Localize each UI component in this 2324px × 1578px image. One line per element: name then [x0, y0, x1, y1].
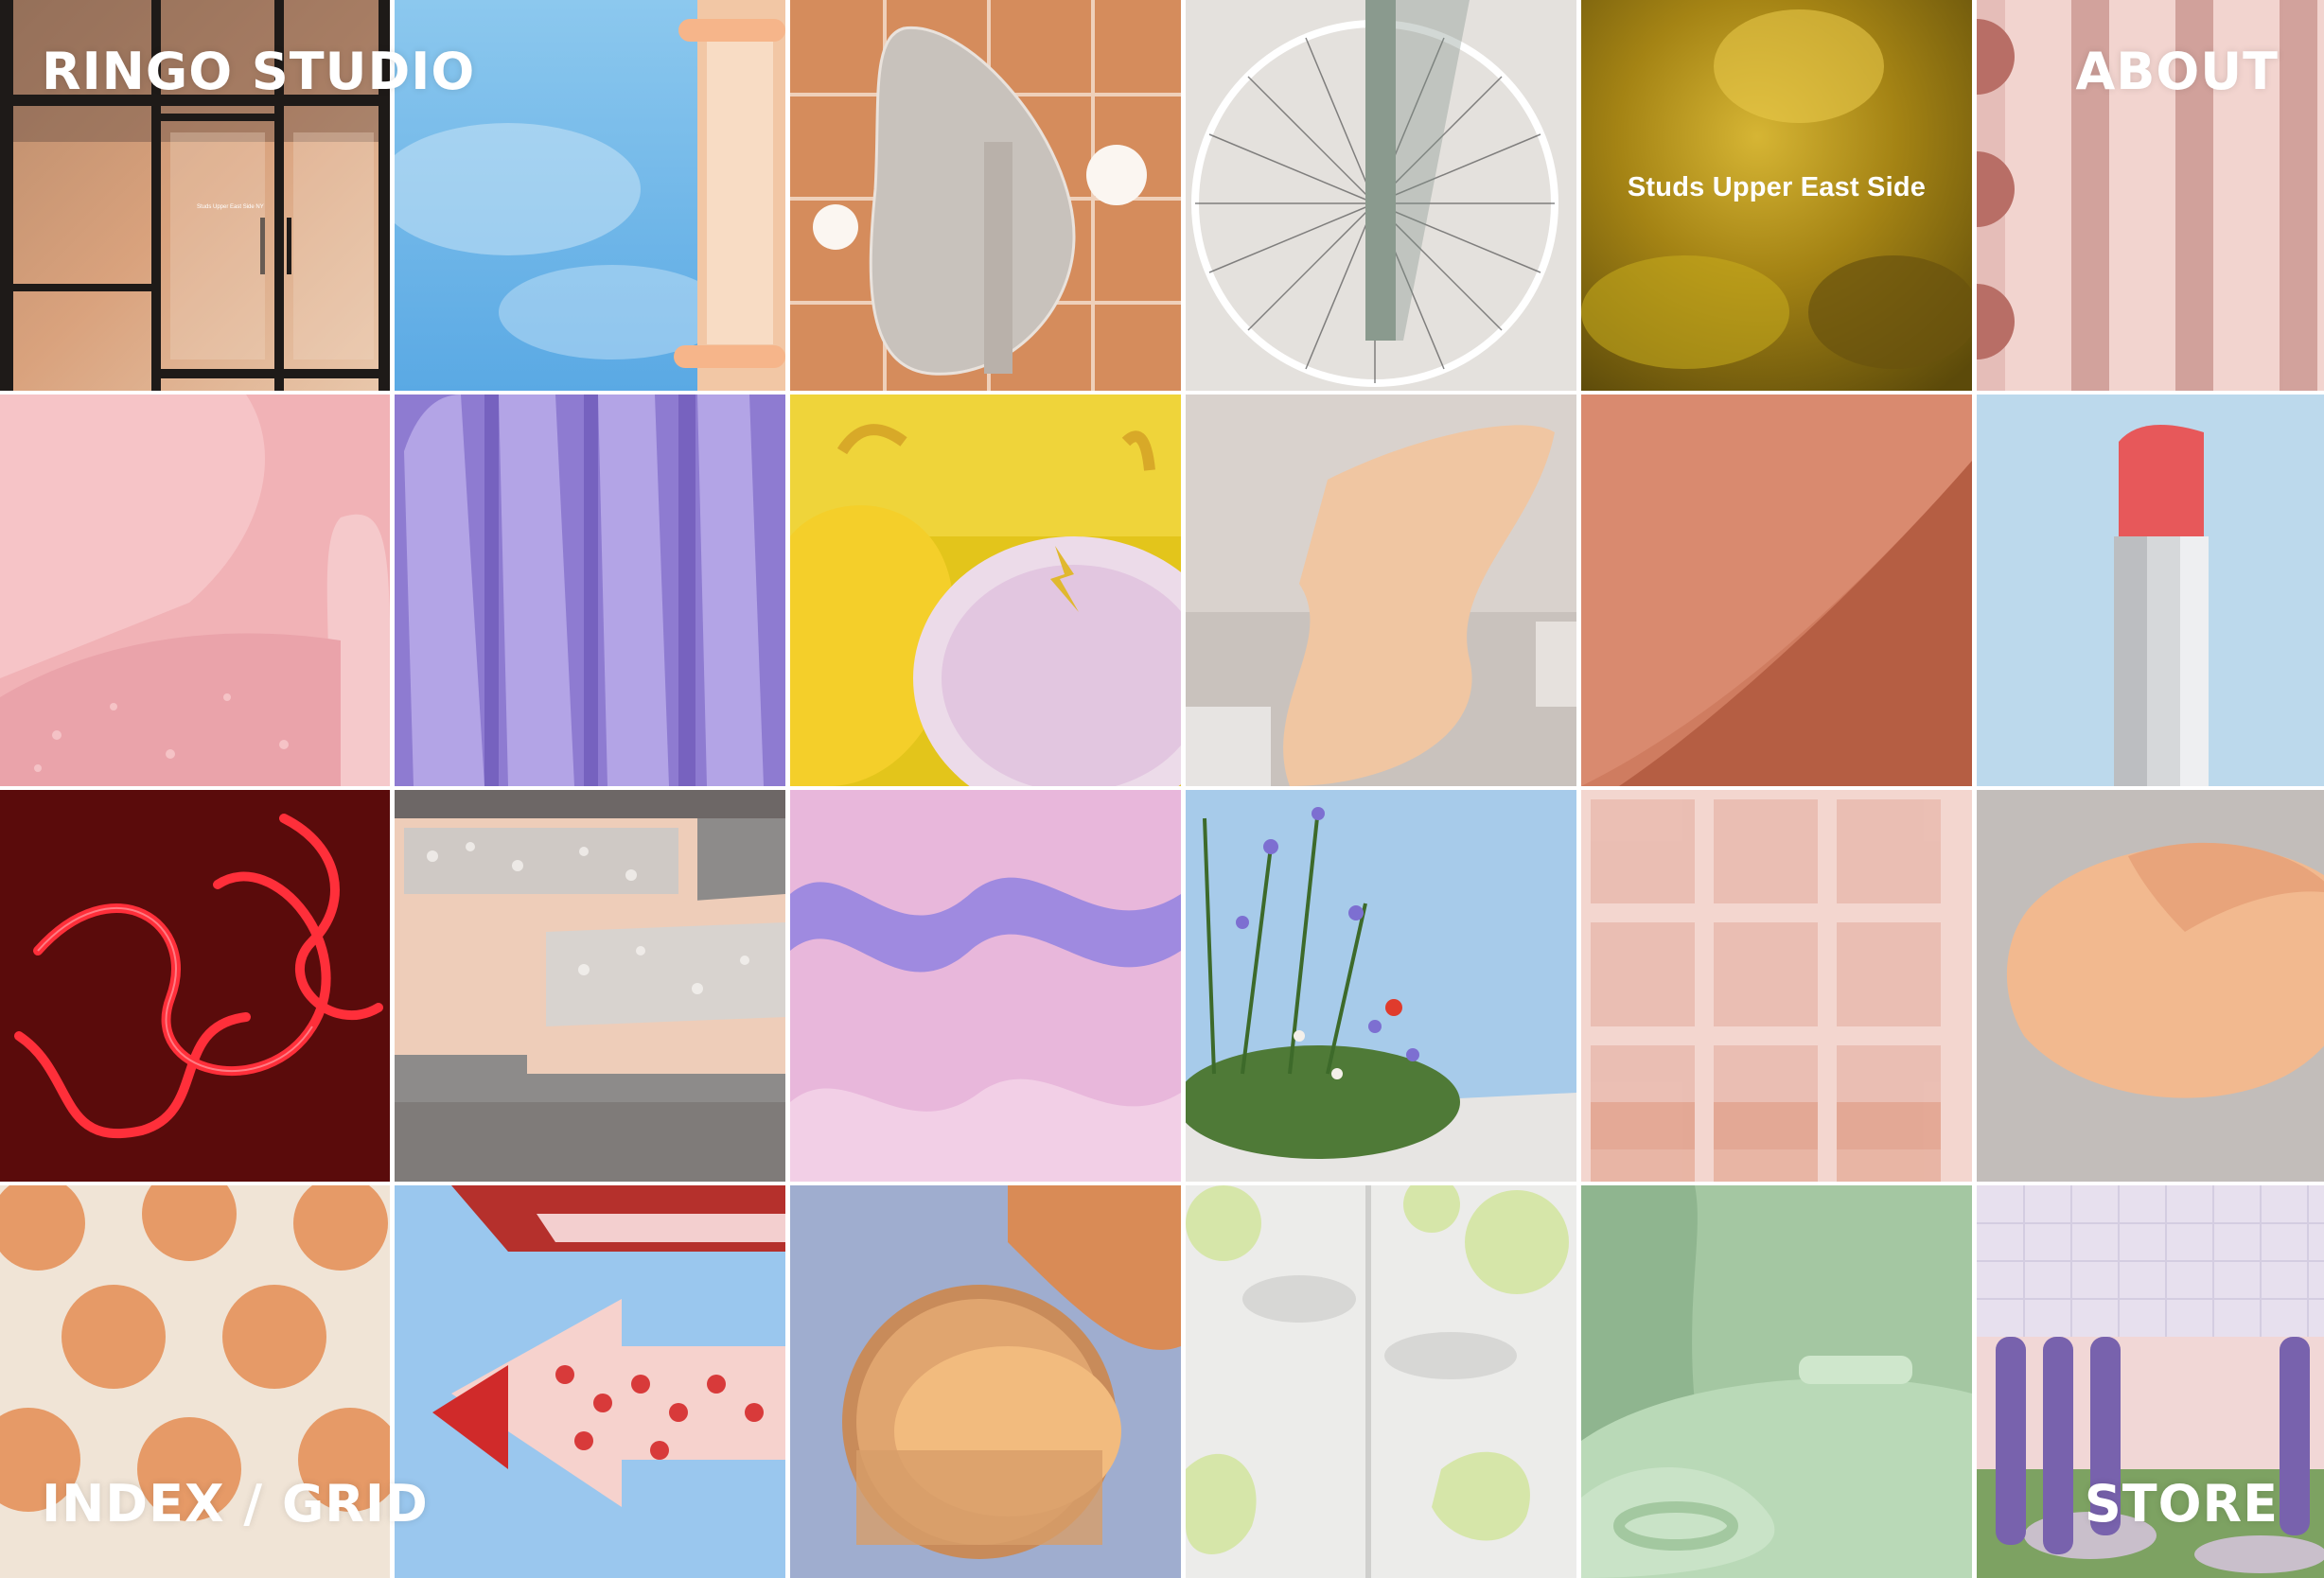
- tile-pink-fur[interactable]: [0, 394, 390, 786]
- purple-velvet-image: [395, 394, 785, 786]
- tile-terracotta[interactable]: [1581, 394, 1972, 786]
- mirror-tiles-image: [790, 0, 1181, 391]
- tile-purple-velvet[interactable]: [395, 394, 785, 786]
- tile-yellow-sinks[interactable]: [790, 394, 1181, 786]
- tile-arrow-sign[interactable]: [395, 1185, 785, 1578]
- glass-blocks-image: [1581, 790, 1972, 1182]
- tile-lipstick[interactable]: [1977, 394, 2324, 786]
- brand-link[interactable]: RINGO STUDIO: [42, 44, 475, 100]
- wave-chair-image: [1186, 394, 1576, 786]
- tile-mint-bench[interactable]: [1581, 1185, 1972, 1578]
- tile-wave-chair[interactable]: [1186, 394, 1576, 786]
- tile-leaf-shadows[interactable]: [1186, 1185, 1576, 1578]
- tile-glass-blocks[interactable]: [1581, 790, 1972, 1182]
- tile-caption: Studs Upper East Side: [1627, 172, 1927, 202]
- wildflowers-image: [1186, 790, 1576, 1182]
- terracotta-image: [1581, 394, 1972, 786]
- door-sign-text: Studs Upper East Side NY: [197, 204, 264, 210]
- tile-mirror-tiles[interactable]: [790, 0, 1181, 391]
- tile-wildflowers[interactable]: [1186, 790, 1576, 1182]
- tile-lilac-waves[interactable]: [790, 790, 1181, 1182]
- red-neon-image: [0, 790, 390, 1182]
- tile-gold-caption[interactable]: Studs Upper East Side: [1581, 0, 1972, 391]
- mint-bench-image: [1581, 1185, 1972, 1578]
- store-link[interactable]: STORE: [2085, 1476, 2279, 1533]
- arrow-sign-image: [395, 1185, 785, 1578]
- rock-planters-image: [395, 790, 785, 1182]
- lilac-waves-image: [790, 790, 1181, 1182]
- about-link[interactable]: ABOUT: [2075, 44, 2279, 100]
- wheel-ceiling-image: [1186, 0, 1576, 391]
- project-grid: Studs Upper East Side NY Studs Upper Eas…: [0, 0, 2324, 1578]
- lipstick-image: [1977, 394, 2324, 786]
- tile-wheel-ceiling[interactable]: [1186, 0, 1576, 391]
- yellow-sinks-image: [790, 394, 1181, 786]
- pink-fur-image: [0, 394, 390, 786]
- tile-peach-blob[interactable]: [1977, 790, 2324, 1182]
- tile-sunset-porthole[interactable]: [790, 1185, 1181, 1578]
- leaf-shadows-image: [1186, 1185, 1576, 1578]
- peach-blob-image: [1977, 790, 2324, 1182]
- tile-red-neon[interactable]: [0, 790, 390, 1182]
- sunset-porthole-image: [790, 1185, 1181, 1578]
- index-grid-toggle[interactable]: INDEX / GRID: [42, 1476, 429, 1533]
- tile-rock-planters[interactable]: [395, 790, 785, 1182]
